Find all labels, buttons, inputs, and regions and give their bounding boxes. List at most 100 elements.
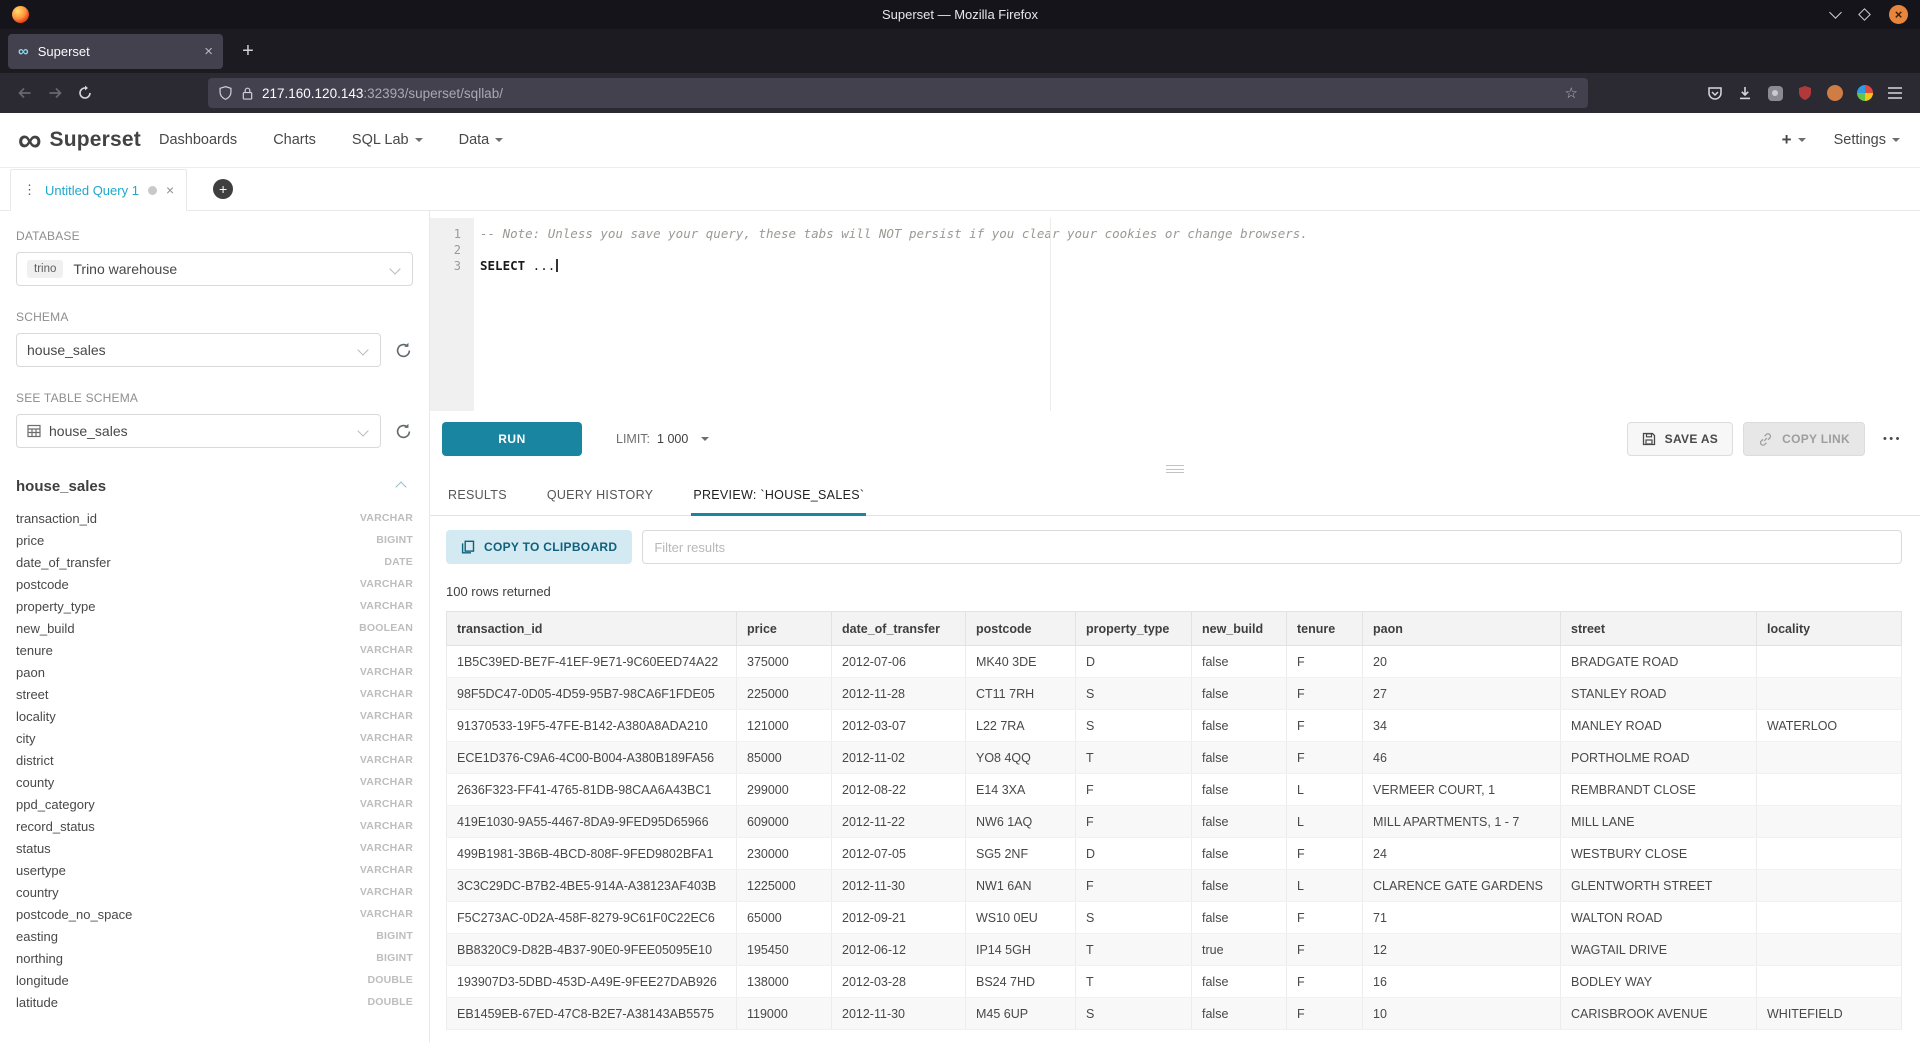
shield-icon[interactable] <box>218 85 233 101</box>
menu-icon[interactable] <box>1880 78 1910 108</box>
schema-column-row[interactable]: districtVARCHAR <box>16 749 413 771</box>
table-row[interactable]: 2636F323-FF41-4765-81DB-98CAA6A43BC12990… <box>447 774 1902 806</box>
table-row[interactable]: ECE1D376-C9A6-4C00-B004-A380B189FA568500… <box>447 742 1902 774</box>
schema-column-row[interactable]: ppd_categoryVARCHAR <box>16 793 413 815</box>
schema-column-row[interactable]: cityVARCHAR <box>16 727 413 749</box>
column-header[interactable]: locality <box>1757 612 1902 646</box>
column-header[interactable]: price <box>737 612 832 646</box>
schema-column-row[interactable]: tenureVARCHAR <box>16 639 413 661</box>
back-button[interactable] <box>10 78 40 108</box>
extension-icon-1[interactable] <box>1762 80 1788 106</box>
nav-item-sql-lab[interactable]: SQL Lab <box>352 132 423 148</box>
results-tab[interactable]: RESULTS <box>446 477 509 516</box>
tab-close-icon[interactable]: × <box>204 44 213 59</box>
schema-column-row[interactable]: record_statusVARCHAR <box>16 815 413 837</box>
pane-splitter[interactable] <box>430 461 1920 477</box>
database-select[interactable]: trino Trino warehouse <box>16 252 413 286</box>
schema-column-row[interactable]: property_typeVARCHAR <box>16 595 413 617</box>
caret-down-icon <box>495 138 503 142</box>
new-item-menu[interactable]: + <box>1782 130 1806 150</box>
refresh-tables-icon[interactable] <box>393 421 413 441</box>
column-header[interactable]: paon <box>1363 612 1561 646</box>
downloads-icon[interactable] <box>1732 80 1758 106</box>
schema-column-row[interactable]: postcode_no_spaceVARCHAR <box>16 903 413 925</box>
bookmark-star-icon[interactable]: ☆ <box>1565 84 1578 102</box>
column-header[interactable]: street <box>1561 612 1757 646</box>
copy-link-button[interactable]: COPY LINK <box>1743 422 1865 456</box>
schema-column-row[interactable]: priceBIGINT <box>16 529 413 551</box>
table-row[interactable]: F5C273AC-0D2A-458F-8279-9C61F0C22EC66500… <box>447 902 1902 934</box>
pocket-icon[interactable] <box>1702 80 1728 106</box>
schema-column-row[interactable]: countyVARCHAR <box>16 771 413 793</box>
schema-column-row[interactable]: longitudeDOUBLE <box>16 969 413 991</box>
schema-column-row[interactable]: transaction_idVARCHAR <box>16 507 413 529</box>
table-row[interactable]: 91370533-19F5-47FE-B142-A380A8ADA2101210… <box>447 710 1902 742</box>
browser-tab[interactable]: ∞ Superset × <box>8 34 223 69</box>
url-bar[interactable]: 217.160.120.143:32393/superset/sqllab/ ☆ <box>208 78 1588 108</box>
column-header[interactable]: tenure <box>1287 612 1363 646</box>
reload-button[interactable] <box>70 78 100 108</box>
schema-column-row[interactable]: date_of_transferDATE <box>16 551 413 573</box>
new-tab-button[interactable]: + <box>233 36 263 66</box>
collapse-chevron-icon[interactable] <box>395 481 406 492</box>
table-row[interactable]: 499B1981-3B6B-4BCD-808F-9FED9802BFA12300… <box>447 838 1902 870</box>
column-header[interactable]: property_type <box>1076 612 1192 646</box>
results-tab[interactable]: QUERY HISTORY <box>545 477 655 516</box>
schema-column-row[interactable]: latitudeDOUBLE <box>16 991 413 1013</box>
schema-column-row[interactable]: northingBIGINT <box>16 947 413 969</box>
schema-column-row[interactable]: eastingBIGINT <box>16 925 413 947</box>
filter-results-input[interactable] <box>642 530 1902 564</box>
column-header[interactable]: date_of_transfer <box>832 612 966 646</box>
table-row[interactable]: 193907D3-5DBD-453D-A49E-9FEE27DAB9261380… <box>447 966 1902 998</box>
add-query-tab-button[interactable]: + <box>213 179 233 199</box>
column-header[interactable]: transaction_id <box>447 612 737 646</box>
query-tab[interactable]: ⋮ Untitled Query 1 × <box>10 169 187 211</box>
table-row[interactable]: 3C3C29DC-B7B2-4BE5-914A-A38123AF403B1225… <box>447 870 1902 902</box>
extension-icon-2[interactable] <box>1822 80 1848 106</box>
table-row[interactable]: 419E1030-9A55-4467-8DA9-9FED95D659666090… <box>447 806 1902 838</box>
window-minimize-button[interactable] <box>1831 12 1840 17</box>
results-tab[interactable]: PREVIEW: `HOUSE_SALES` <box>691 477 866 516</box>
superset-logo[interactable]: ∞ Superset <box>18 128 141 152</box>
schema-column-row[interactable]: new_buildBOOLEAN <box>16 617 413 639</box>
more-options-button[interactable]: ••• <box>1883 433 1902 445</box>
nav-item-charts[interactable]: Charts <box>273 132 316 148</box>
nav-item-data[interactable]: Data <box>459 132 504 148</box>
table-cell: F <box>1287 710 1363 742</box>
copy-to-clipboard-button[interactable]: COPY TO CLIPBOARD <box>446 530 632 564</box>
extension-icon-3[interactable] <box>1852 80 1878 106</box>
column-name: record_status <box>16 819 95 834</box>
ublock-shield-icon[interactable] <box>1792 80 1818 106</box>
forward-button[interactable] <box>40 78 70 108</box>
nav-item-dashboards[interactable]: Dashboards <box>159 132 237 148</box>
table-row[interactable]: 98F5DC47-0D05-4D59-95B7-98CA6F1FDE052250… <box>447 678 1902 710</box>
table-name[interactable]: house_sales <box>16 478 106 495</box>
schema-column-row[interactable]: statusVARCHAR <box>16 837 413 859</box>
query-tab-close-icon[interactable]: × <box>166 183 174 197</box>
run-button[interactable]: RUN <box>442 422 582 456</box>
schema-column-row[interactable]: countryVARCHAR <box>16 881 413 903</box>
schema-column-row[interactable]: localityVARCHAR <box>16 705 413 727</box>
lock-icon[interactable] <box>241 86 254 101</box>
column-header[interactable]: postcode <box>966 612 1076 646</box>
table-select[interactable]: house_sales <box>16 414 381 448</box>
table-cell: false <box>1192 966 1287 998</box>
limit-dropdown[interactable]: LIMIT: 1 000 <box>616 432 709 446</box>
table-row[interactable]: EB1459EB-67ED-47C8-B2E7-A38143AB55751190… <box>447 998 1902 1030</box>
window-close-button[interactable]: × <box>1889 5 1908 24</box>
refresh-schemas-icon[interactable] <box>393 340 413 360</box>
save-as-button[interactable]: SAVE AS <box>1627 422 1733 456</box>
schema-column-row[interactable]: streetVARCHAR <box>16 683 413 705</box>
settings-menu[interactable]: Settings <box>1834 132 1900 148</box>
column-header[interactable]: new_build <box>1192 612 1287 646</box>
schema-column-row[interactable]: usertypeVARCHAR <box>16 859 413 881</box>
schema-column-row[interactable]: postcodeVARCHAR <box>16 573 413 595</box>
window-maximize-button[interactable] <box>1860 10 1869 19</box>
schema-column-row[interactable]: paonVARCHAR <box>16 661 413 683</box>
schema-select[interactable]: house_sales <box>16 333 381 367</box>
table-row[interactable]: 1B5C39ED-BE7F-41EF-9E71-9C60EED74A223750… <box>447 646 1902 678</box>
table-cell: false <box>1192 710 1287 742</box>
sql-keyword: SELECT <box>480 258 525 273</box>
sql-editor[interactable]: 123 -- Note: Unless you save your query,… <box>430 218 1920 411</box>
table-row[interactable]: BB8320C9-D82B-4B37-90E0-9FEE05095E101954… <box>447 934 1902 966</box>
